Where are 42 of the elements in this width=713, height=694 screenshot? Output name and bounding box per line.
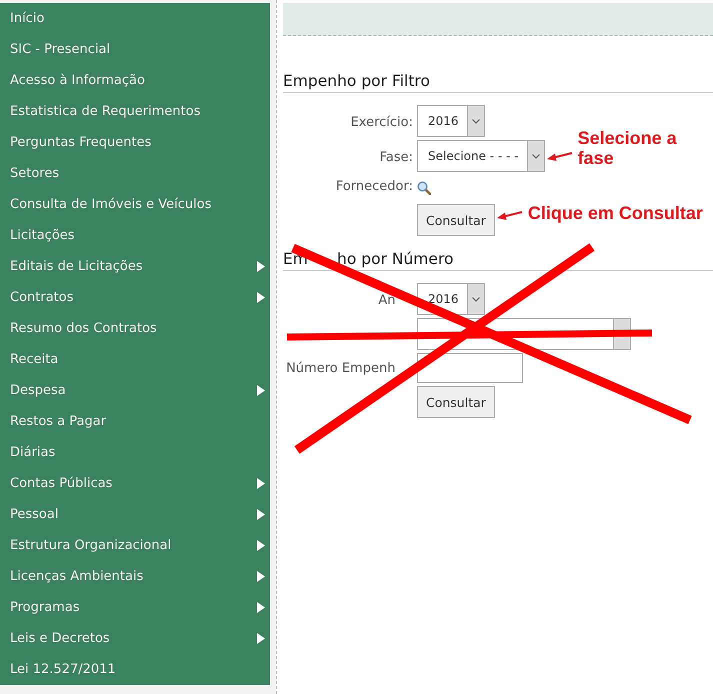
search-icon[interactable] bbox=[417, 181, 431, 195]
nav-item[interactable]: Perguntas Frequentes bbox=[0, 127, 270, 158]
field-label: An bbox=[378, 295, 396, 307]
nav-item[interactable]: Lei 12.527/2011 bbox=[0, 654, 270, 685]
section-heading: ho por Número bbox=[337, 249, 454, 269]
nav-item[interactable]: Contratos bbox=[0, 282, 270, 313]
nav-item[interactable]: Receita bbox=[0, 344, 270, 375]
nav-item[interactable]: Contas Públicas bbox=[0, 468, 270, 499]
section-heading: Empenho por Filtro bbox=[283, 71, 430, 91]
callout-text: Selecione a fase bbox=[578, 128, 678, 168]
nav-item[interactable]: SIC - Presencial bbox=[0, 34, 270, 65]
field-label: Exercício: bbox=[350, 117, 413, 129]
dropdown[interactable]: Selecione - - - - bbox=[417, 140, 545, 172]
chevron-down-icon bbox=[472, 118, 480, 124]
nav-item[interactable]: Resumo dos Contratos bbox=[0, 313, 270, 344]
field-label: Fornecedor: bbox=[336, 181, 413, 193]
nav-item[interactable]: Setores bbox=[0, 158, 270, 189]
consult-button[interactable]: Consultar bbox=[417, 386, 495, 418]
nav-item[interactable]: Licenças Ambientais bbox=[0, 561, 270, 592]
nav-item[interactable]: Consulta de Imóveis e Veículos bbox=[0, 189, 270, 220]
nav-item[interactable]: Leis e Decretos bbox=[0, 623, 270, 654]
field-label: Fase: bbox=[380, 152, 413, 164]
chevron-down-icon bbox=[472, 296, 480, 302]
nav-item[interactable]: Diárias bbox=[0, 437, 270, 468]
callout-text: Clique em Consultar bbox=[528, 203, 703, 223]
nav-item[interactable]: Despesa bbox=[0, 375, 270, 406]
nav-item[interactable]: Pessoal bbox=[0, 499, 270, 530]
nav-item[interactable]: Editais de Licitações bbox=[0, 251, 270, 282]
consult-button[interactable]: Consultar bbox=[417, 204, 495, 236]
nav-item[interactable]: Estrutura Organizacional bbox=[0, 530, 270, 561]
nav-item[interactable]: Início bbox=[0, 3, 270, 34]
pointer-arrow bbox=[546, 150, 573, 162]
nav-item[interactable]: Licitações bbox=[0, 220, 270, 251]
chevron-down-icon bbox=[532, 154, 540, 158]
nav-item[interactable]: Programas bbox=[0, 592, 270, 623]
dropdown[interactable]: 2016 bbox=[417, 105, 485, 137]
pointer-arrow bbox=[496, 209, 523, 221]
field-label: Número Empenh bbox=[286, 363, 396, 375]
text-input[interactable] bbox=[417, 353, 523, 383]
nav-item[interactable]: Acesso à Informação bbox=[0, 65, 270, 96]
nav-item[interactable]: Estatistica de Requerimentos bbox=[0, 96, 270, 127]
nav-item[interactable]: Restos a Pagar bbox=[0, 406, 270, 437]
